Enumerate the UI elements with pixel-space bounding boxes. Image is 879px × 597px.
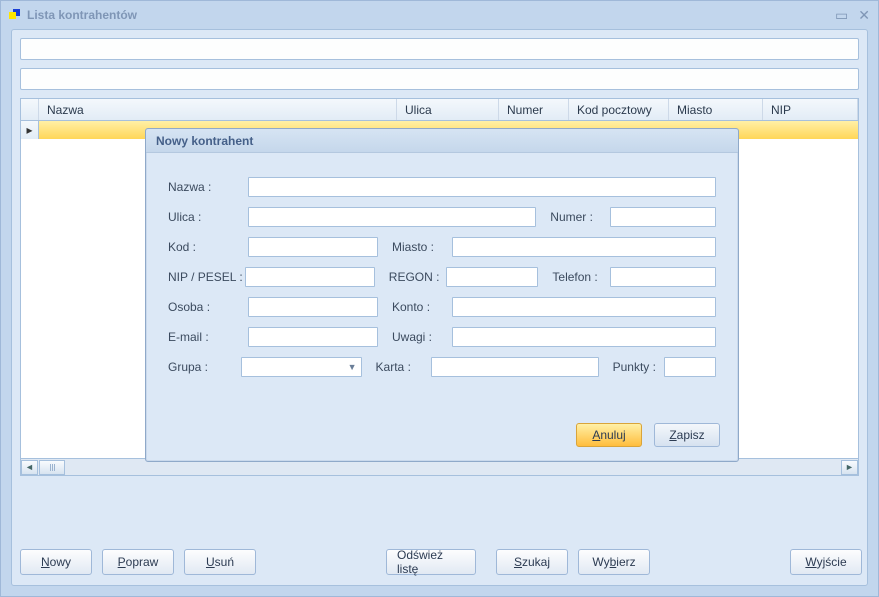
label-punkty: Punkty : bbox=[613, 360, 664, 374]
cancel-button[interactable]: Anuluj bbox=[576, 423, 642, 447]
new-button[interactable]: Nowy bbox=[20, 549, 92, 575]
input-numer[interactable] bbox=[610, 207, 716, 227]
label-konto: Konto : bbox=[392, 300, 452, 314]
input-regon[interactable] bbox=[446, 267, 538, 287]
scroll-left-button[interactable]: ◄ bbox=[21, 460, 38, 475]
dialog-title: Nowy kontrahent bbox=[146, 129, 738, 153]
scroll-right-button[interactable]: ► bbox=[841, 460, 858, 475]
label-uwagi: Uwagi : bbox=[392, 330, 452, 344]
refresh-button[interactable]: Odśwież listę bbox=[386, 549, 476, 575]
grid-header: Nazwa Ulica Numer Kod pocztowy Miasto NI… bbox=[21, 99, 858, 121]
search-button[interactable]: Szukaj bbox=[496, 549, 568, 575]
bottom-toolbar: Nowy Popraw Usuń Odśwież listę Szukaj Wy… bbox=[20, 549, 859, 575]
close-icon[interactable]: ✕ bbox=[858, 7, 870, 24]
input-nip[interactable] bbox=[245, 267, 375, 287]
main-window: Lista kontrahentów ▭ ✕ Nazwa Ulica Numer… bbox=[0, 0, 879, 597]
col-nip[interactable]: NIP bbox=[763, 99, 858, 120]
app-icon bbox=[9, 9, 21, 21]
label-osoba: Osoba : bbox=[168, 300, 248, 314]
label-nazwa: Nazwa : bbox=[168, 180, 248, 194]
label-regon: REGON : bbox=[389, 270, 447, 284]
minimize-icon[interactable]: ▭ bbox=[835, 7, 848, 24]
choose-button[interactable]: Wybierz bbox=[578, 549, 650, 575]
delete-button[interactable]: Usuń bbox=[184, 549, 256, 575]
input-nazwa[interactable] bbox=[248, 177, 716, 197]
input-konto[interactable] bbox=[452, 297, 716, 317]
label-karta: Karta : bbox=[376, 360, 431, 374]
row-indicator-icon: ▸ bbox=[21, 121, 39, 139]
dialog-buttons: Anuluj Zapisz bbox=[576, 423, 720, 447]
col-miasto[interactable]: Miasto bbox=[669, 99, 763, 120]
input-karta[interactable] bbox=[431, 357, 599, 377]
dialog-new-contractor: Nowy kontrahent Nazwa : Ulica : Numer : … bbox=[145, 128, 739, 462]
label-kod: Kod : bbox=[168, 240, 248, 254]
label-telefon: Telefon : bbox=[552, 270, 610, 284]
label-grupa: Grupa : bbox=[168, 360, 241, 374]
col-numer[interactable]: Numer bbox=[499, 99, 569, 120]
input-osoba[interactable] bbox=[248, 297, 378, 317]
filter-input-2[interactable] bbox=[20, 68, 859, 90]
exit-button[interactable]: Wyjście bbox=[790, 549, 862, 575]
col-nazwa[interactable]: Nazwa bbox=[39, 99, 397, 120]
label-numer: Numer : bbox=[550, 210, 610, 224]
edit-button[interactable]: Popraw bbox=[102, 549, 174, 575]
label-email: E-mail : bbox=[168, 330, 248, 344]
scroll-thumb[interactable] bbox=[39, 460, 65, 475]
col-kod[interactable]: Kod pocztowy bbox=[569, 99, 669, 120]
input-email[interactable] bbox=[248, 327, 378, 347]
input-miasto[interactable] bbox=[452, 237, 716, 257]
col-ulica[interactable]: Ulica bbox=[397, 99, 499, 120]
chevron-down-icon: ▼ bbox=[348, 362, 357, 372]
label-miasto: Miasto : bbox=[392, 240, 452, 254]
save-button[interactable]: Zapisz bbox=[654, 423, 720, 447]
dialog-body: Nazwa : Ulica : Numer : Kod : Miasto : N… bbox=[146, 153, 738, 397]
new-button-rest: owy bbox=[50, 555, 71, 569]
input-telefon[interactable] bbox=[610, 267, 716, 287]
titlebar: Lista kontrahentów ▭ ✕ bbox=[1, 1, 878, 29]
label-ulica: Ulica : bbox=[168, 210, 248, 224]
window-title: Lista kontrahentów bbox=[27, 8, 137, 22]
select-grupa[interactable]: ▼ bbox=[241, 357, 361, 377]
input-punkty[interactable] bbox=[664, 357, 716, 377]
row-header-col bbox=[21, 99, 39, 120]
input-uwagi[interactable] bbox=[452, 327, 716, 347]
input-kod[interactable] bbox=[248, 237, 378, 257]
filter-input-1[interactable] bbox=[20, 38, 859, 60]
input-ulica[interactable] bbox=[248, 207, 537, 227]
label-nip: NIP / PESEL : bbox=[168, 270, 245, 284]
